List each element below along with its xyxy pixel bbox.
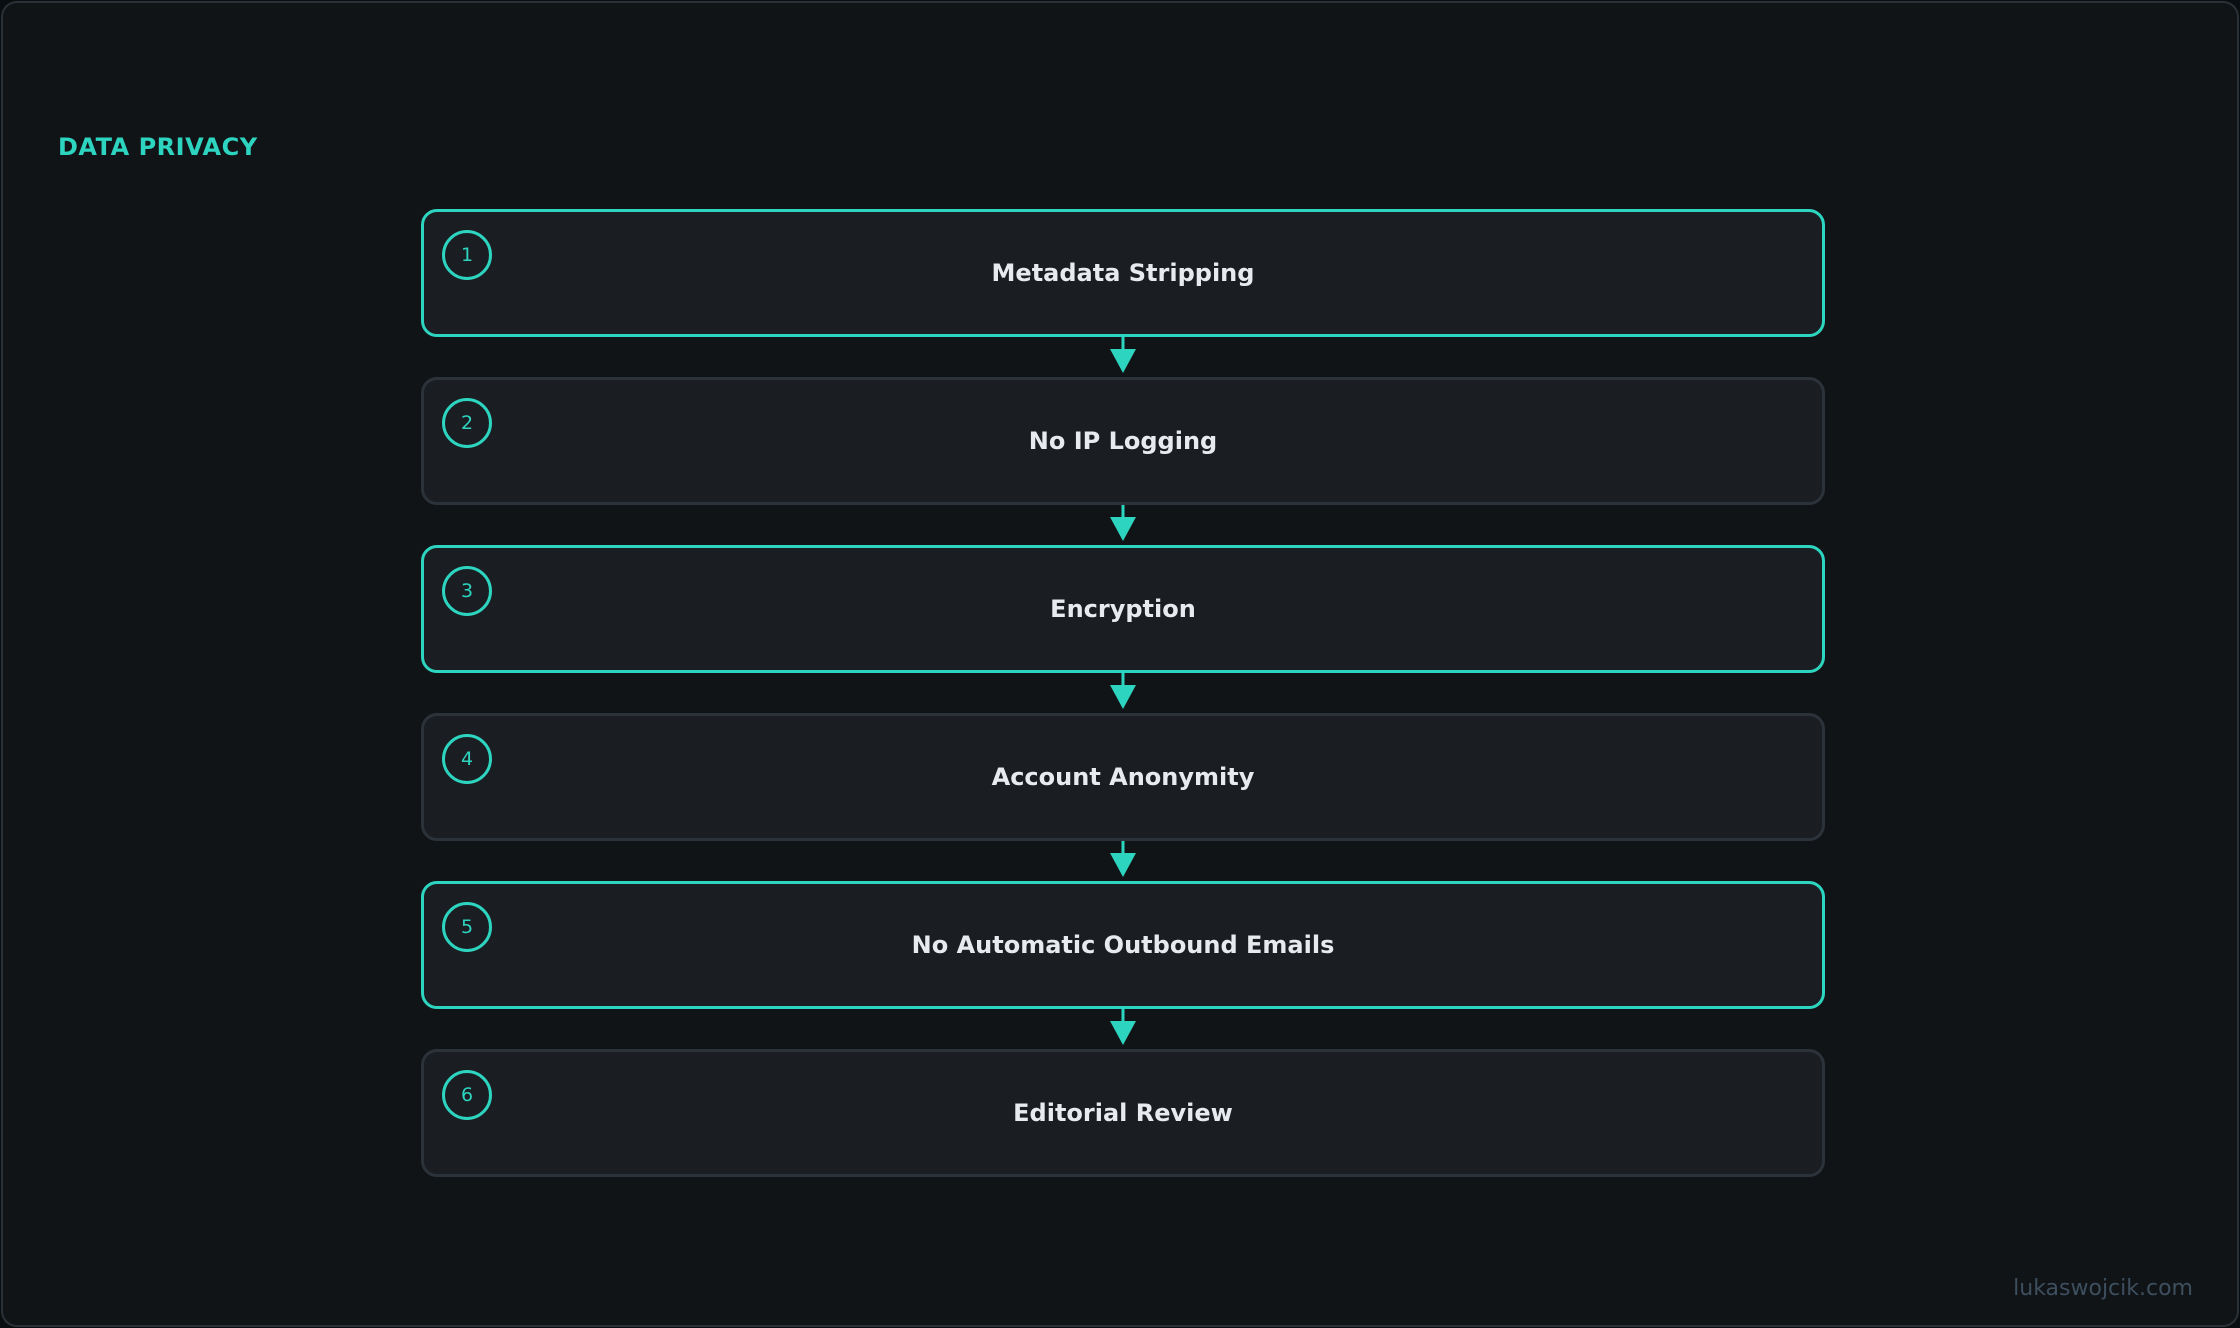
footer-credit: lukaswojcik.com: [2013, 1276, 2193, 1301]
flow-connector: [421, 1009, 1825, 1049]
step-card-5: 5 No Automatic Outbound Emails: [421, 881, 1825, 1009]
step-card-1: 1 Metadata Stripping: [421, 209, 1825, 337]
step-number-badge: 6: [442, 1070, 492, 1120]
arrow-down-icon: [1110, 841, 1136, 877]
step-number-badge: 5: [442, 902, 492, 952]
step-card-2: 2 No IP Logging: [421, 377, 1825, 505]
arrow-down-icon: [1110, 1009, 1136, 1045]
diagram-frame: DATA PRIVACY 1 Metadata Stripping 2 No I…: [1, 1, 2239, 1327]
arrow-down-icon: [1110, 505, 1136, 541]
step-number-badge: 3: [442, 566, 492, 616]
step-label: Editorial Review: [1013, 1099, 1233, 1127]
step-label: No Automatic Outbound Emails: [911, 931, 1335, 959]
arrow-down-icon: [1110, 673, 1136, 709]
step-card-4: 4 Account Anonymity: [421, 713, 1825, 841]
flow-connector: [421, 505, 1825, 545]
step-label: Account Anonymity: [991, 763, 1255, 791]
step-card-3: 3 Encryption: [421, 545, 1825, 673]
step-label: Encryption: [1050, 595, 1196, 623]
flow-steps: 1 Metadata Stripping 2 No IP Logging 3 E…: [421, 209, 1825, 1177]
step-label: Metadata Stripping: [991, 259, 1255, 287]
step-card-6: 6 Editorial Review: [421, 1049, 1825, 1177]
step-number-badge: 1: [442, 230, 492, 280]
step-label: No IP Logging: [1028, 427, 1218, 455]
flow-connector: [421, 673, 1825, 713]
step-number-badge: 4: [442, 734, 492, 784]
section-title: DATA PRIVACY: [58, 133, 258, 161]
step-number-badge: 2: [442, 398, 492, 448]
arrow-down-icon: [1110, 337, 1136, 373]
flow-connector: [421, 337, 1825, 377]
flow-connector: [421, 841, 1825, 881]
